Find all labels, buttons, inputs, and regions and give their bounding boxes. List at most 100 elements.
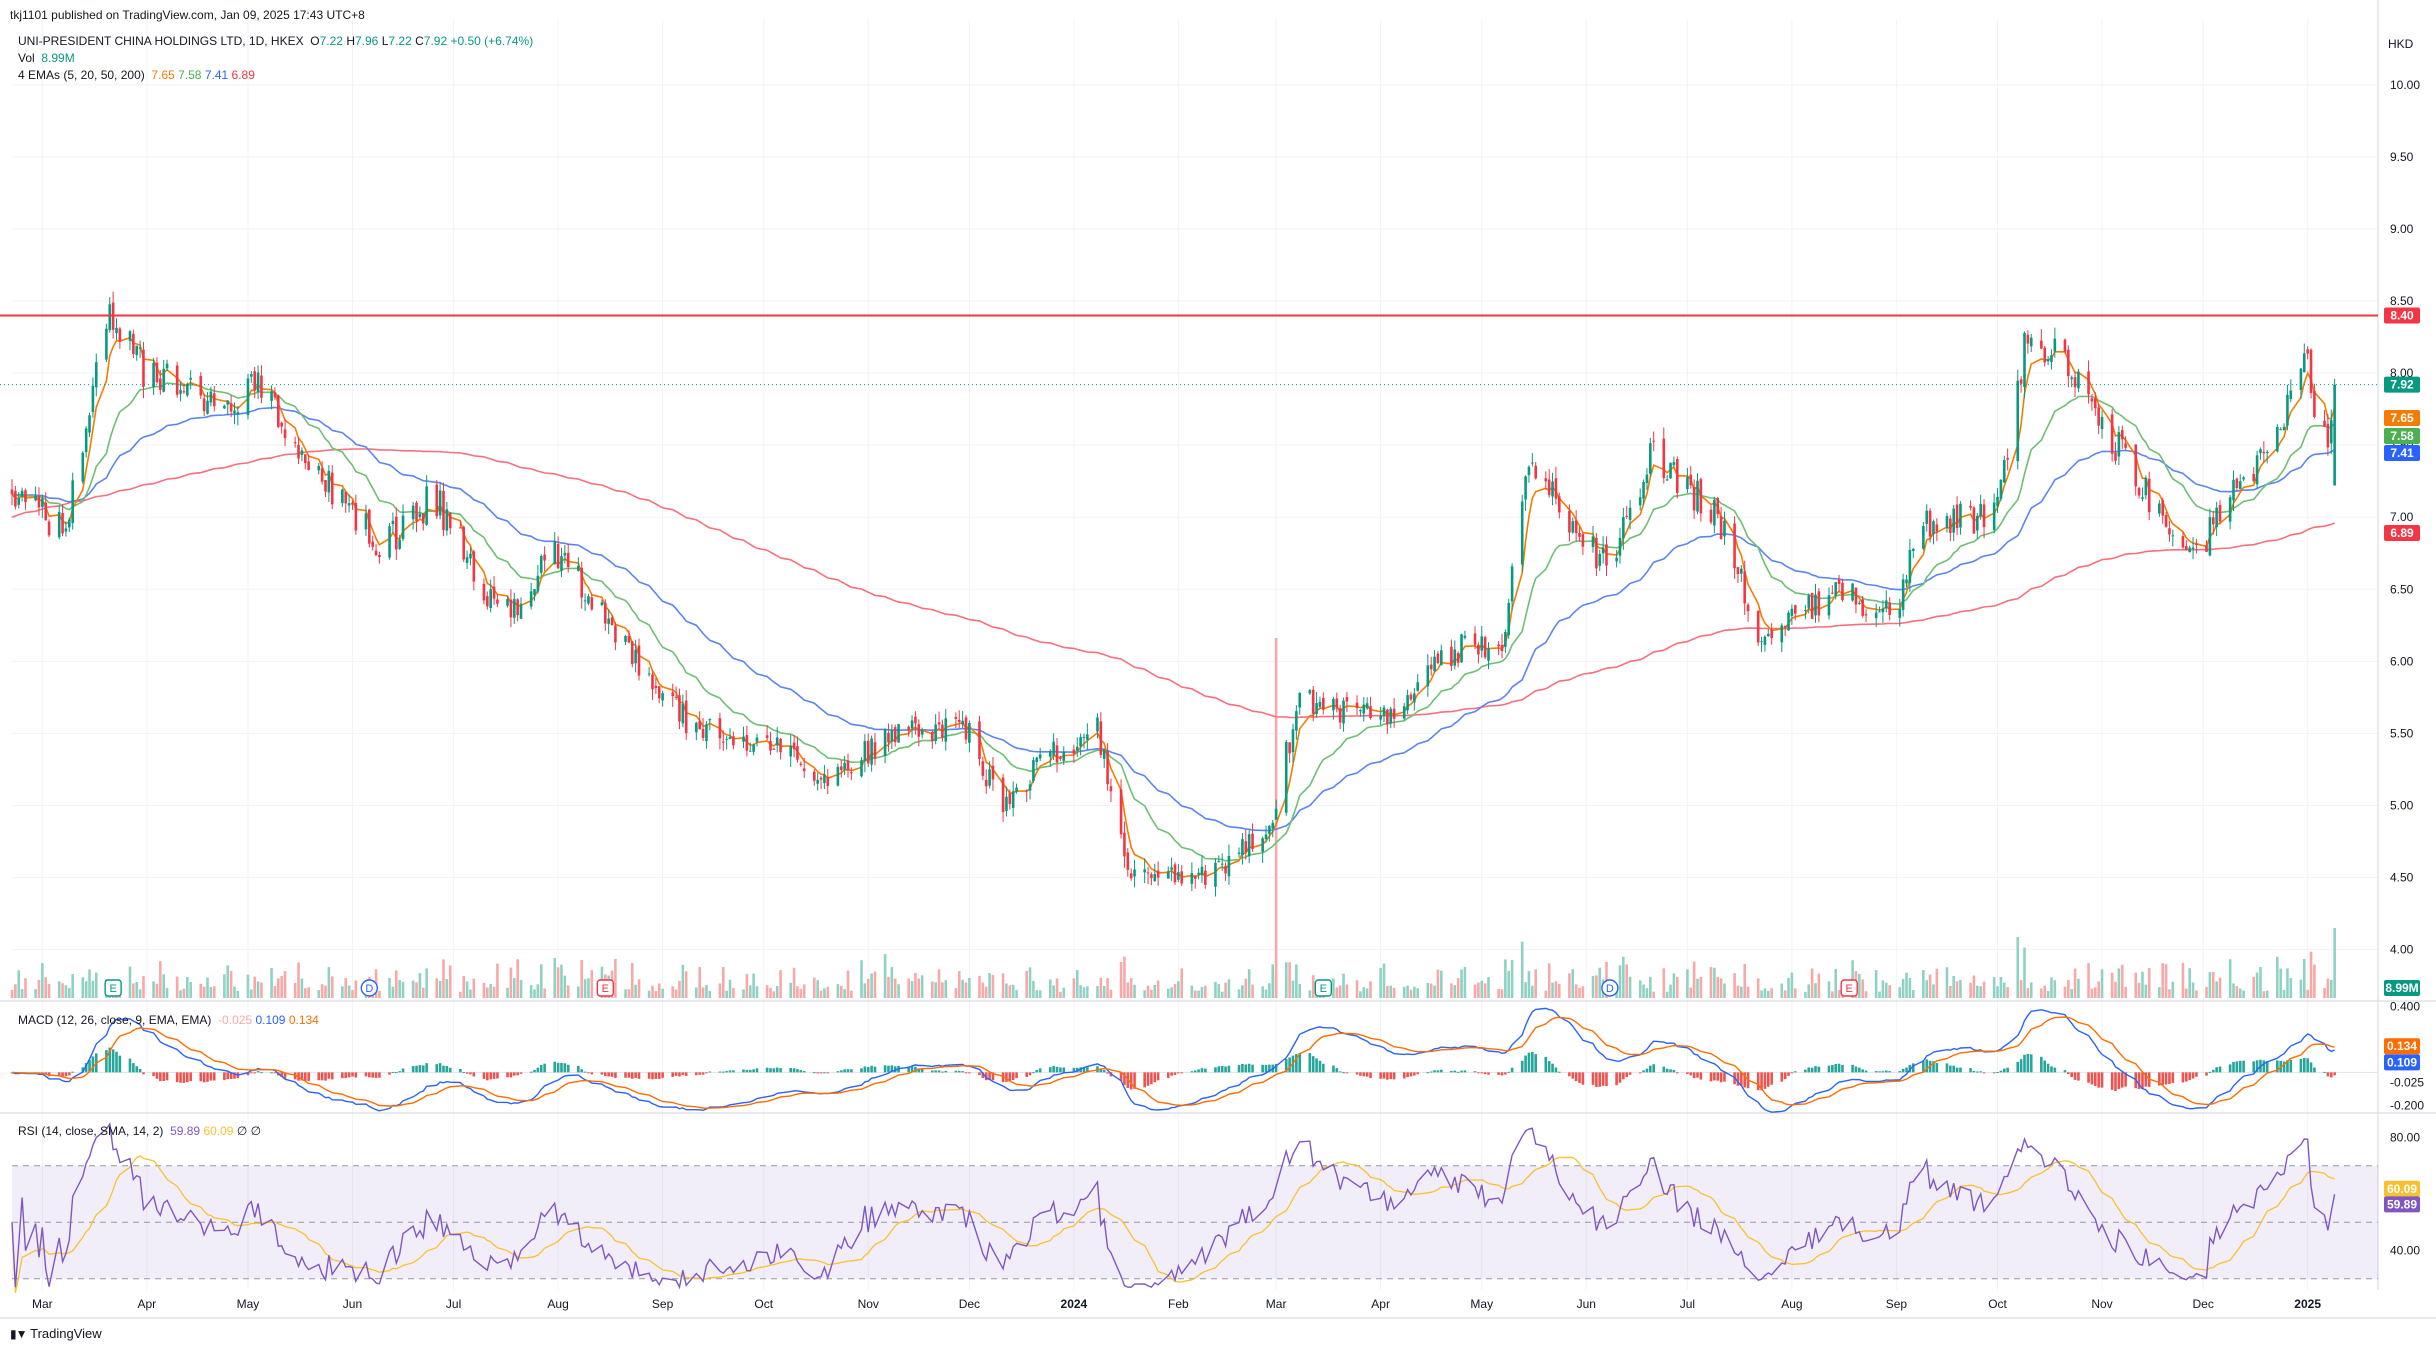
volume-bar — [587, 978, 590, 998]
volume-bar — [1524, 982, 1527, 998]
macd-histogram-bar — [2228, 1064, 2232, 1073]
macd-histogram-bar — [1837, 1063, 1841, 1073]
candle-body — [1426, 665, 1430, 687]
close-value: 7.92 — [423, 34, 448, 48]
tradingview-logo[interactable]: ▮▼ TradingView — [10, 1326, 102, 1341]
macd-histogram-bar — [344, 1072, 348, 1079]
candle-body — [1770, 629, 1773, 639]
volume-bar — [1814, 983, 1817, 998]
volume-bar — [630, 963, 634, 998]
macd-histogram-bar — [1841, 1064, 1844, 1073]
macd-histogram-bar — [2077, 1072, 2080, 1081]
macd-histogram-bar — [465, 1072, 469, 1074]
volume-bar — [1571, 969, 1575, 998]
candle-body — [317, 465, 321, 471]
volume-bar — [1992, 977, 1996, 998]
candle-body — [445, 509, 449, 531]
macd-histogram-bar — [472, 1072, 476, 1077]
volume-bar — [2090, 988, 2094, 998]
macd-pane — [10, 1007, 2378, 1113]
candle-body — [44, 502, 48, 521]
volume-bar — [1298, 983, 1302, 998]
candle-body — [1598, 553, 1602, 566]
volume-bar — [1642, 984, 1645, 998]
candle-body — [2259, 449, 2262, 454]
candle-body — [1011, 791, 1015, 808]
macd-histogram-bar — [1595, 1072, 1598, 1087]
candle-body — [2067, 349, 2070, 377]
volume-bar — [1945, 967, 1949, 998]
macd-histogram-bar — [2070, 1072, 2073, 1078]
price-tick-5: 6.50 — [2390, 582, 2414, 596]
macd-histogram-bar — [330, 1072, 334, 1080]
macd-histogram-bar — [1406, 1072, 1409, 1078]
volume-bar — [1544, 990, 1548, 998]
volume-bar — [964, 982, 968, 998]
candle-body — [250, 374, 253, 377]
volume-bar — [2053, 980, 2057, 998]
candle-body — [492, 586, 496, 599]
candle-body — [695, 722, 698, 733]
volume-bar — [1574, 984, 1578, 998]
macd-histogram-bar — [2232, 1061, 2235, 1073]
ema-legend: 4 EMAs (5, 20, 50, 200) 7.65 7.58 7.41 6… — [18, 68, 255, 82]
volume-bar — [2286, 968, 2289, 998]
candle-body — [944, 718, 948, 742]
macd-histogram-bar — [796, 1069, 799, 1073]
event-marker-letter-3: E — [1320, 983, 1327, 995]
candle-body — [1379, 715, 1382, 720]
candle-body — [1878, 611, 1881, 613]
candle-body — [863, 741, 867, 762]
resistance-line[interactable] — [0, 314, 2378, 386]
macd-histogram-bar — [206, 1072, 209, 1082]
candle-body — [725, 738, 728, 740]
candle-body — [536, 575, 540, 592]
volume-bar — [2211, 971, 2215, 998]
volume-bar — [1999, 977, 2003, 998]
volume-bar — [873, 971, 877, 998]
macd-histogram-bar — [2161, 1072, 2165, 1085]
volume-bar — [1672, 973, 1676, 998]
volume-bar — [937, 969, 941, 998]
macd-histogram-bar — [223, 1072, 226, 1081]
candle-body — [1814, 594, 1817, 616]
time-tick-22: 2025 — [2294, 1297, 2321, 1311]
volume-bar — [1827, 981, 1831, 998]
volume-bar — [839, 985, 843, 998]
volume-bar — [486, 987, 489, 998]
candle-body — [1911, 548, 1915, 551]
macd-histogram-bar — [209, 1072, 213, 1081]
macd-histogram-bar — [870, 1065, 873, 1073]
macd-histogram-bar — [1318, 1060, 1322, 1073]
candle-body — [206, 400, 209, 414]
volume-bar — [887, 976, 890, 998]
candle-body — [1052, 741, 1055, 756]
volume-bar — [961, 979, 964, 998]
candle-body — [135, 345, 139, 356]
macd-histogram-bar — [317, 1072, 321, 1081]
candle-body — [1581, 534, 1585, 547]
candle-body — [253, 371, 257, 391]
volume-bar — [1551, 982, 1554, 998]
candle-body — [2023, 333, 2026, 388]
volume-bar — [516, 959, 519, 998]
macd-histogram-bar — [775, 1067, 779, 1073]
candle-body — [917, 724, 921, 737]
volume-bar — [2265, 990, 2269, 998]
ema-20-value: 7.58 — [178, 68, 202, 82]
candle-body — [792, 742, 796, 750]
macd-histogram-bar — [1770, 1072, 1773, 1085]
volume-bar — [2046, 991, 2050, 998]
macd-histogram-bar — [155, 1072, 159, 1079]
candle-body — [816, 779, 819, 784]
macd-histogram-bar — [772, 1068, 776, 1073]
volume-bar — [1652, 991, 1655, 998]
macd-histogram-bar — [1386, 1072, 1389, 1080]
macd-histogram-bar — [482, 1072, 486, 1079]
volume-bar — [1955, 981, 1959, 998]
volume-bar — [789, 982, 793, 998]
candle-body — [1392, 708, 1396, 719]
candle-body — [2306, 349, 2309, 354]
macd-histogram-bar — [748, 1069, 752, 1073]
currency-label[interactable]: HKD — [2388, 37, 2413, 51]
